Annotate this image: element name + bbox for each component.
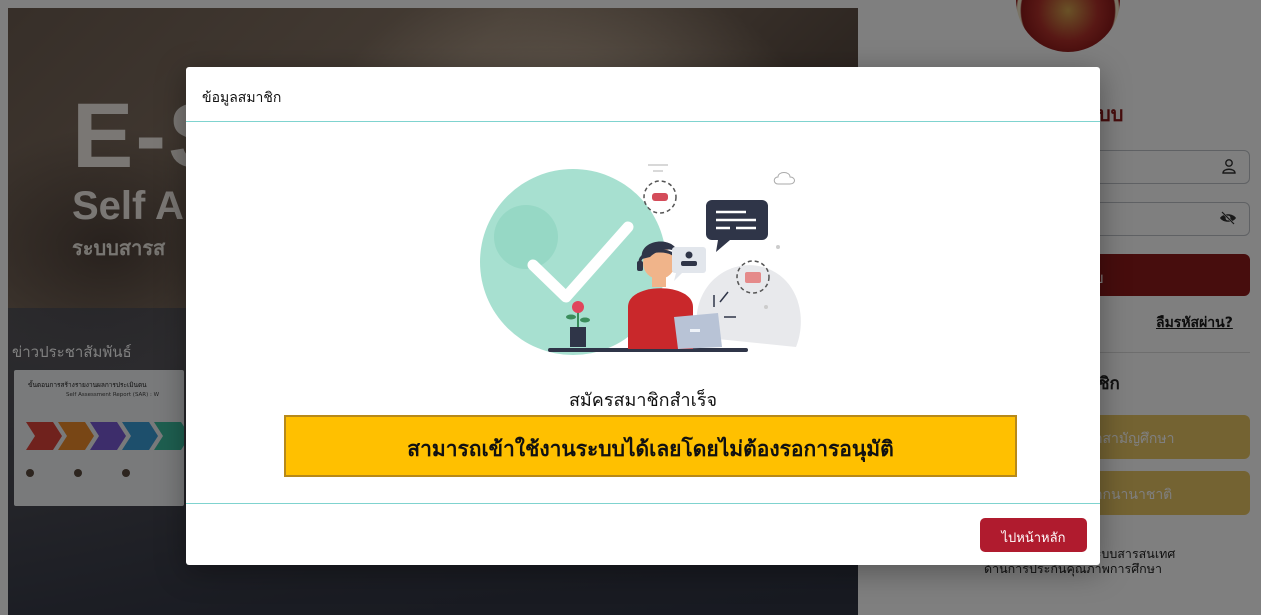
success-message: สมัครสมาชิกสำเร็จ xyxy=(568,390,718,411)
modal-header-divider xyxy=(186,121,1100,122)
modal-title: ข้อมูลสมาชิก xyxy=(202,90,282,106)
member-info-modal: ข้อมูลสมาชิก สมัครสมาชิกสำเร็จ สามารถเข้… xyxy=(186,67,1100,565)
screen: E-S Self A ระบบสารส ข่าวประชาสัมพันธ์ ขั… xyxy=(0,0,1261,615)
notice-banner: สามารถเข้าใช้งานระบบได้เลยโดยไม่ต้องรอกา… xyxy=(284,415,1017,477)
modal-footer-divider xyxy=(186,503,1100,504)
go-home-button[interactable]: ไปหน้าหลัก xyxy=(980,518,1087,552)
success-checkmark-illustration xyxy=(480,164,801,355)
